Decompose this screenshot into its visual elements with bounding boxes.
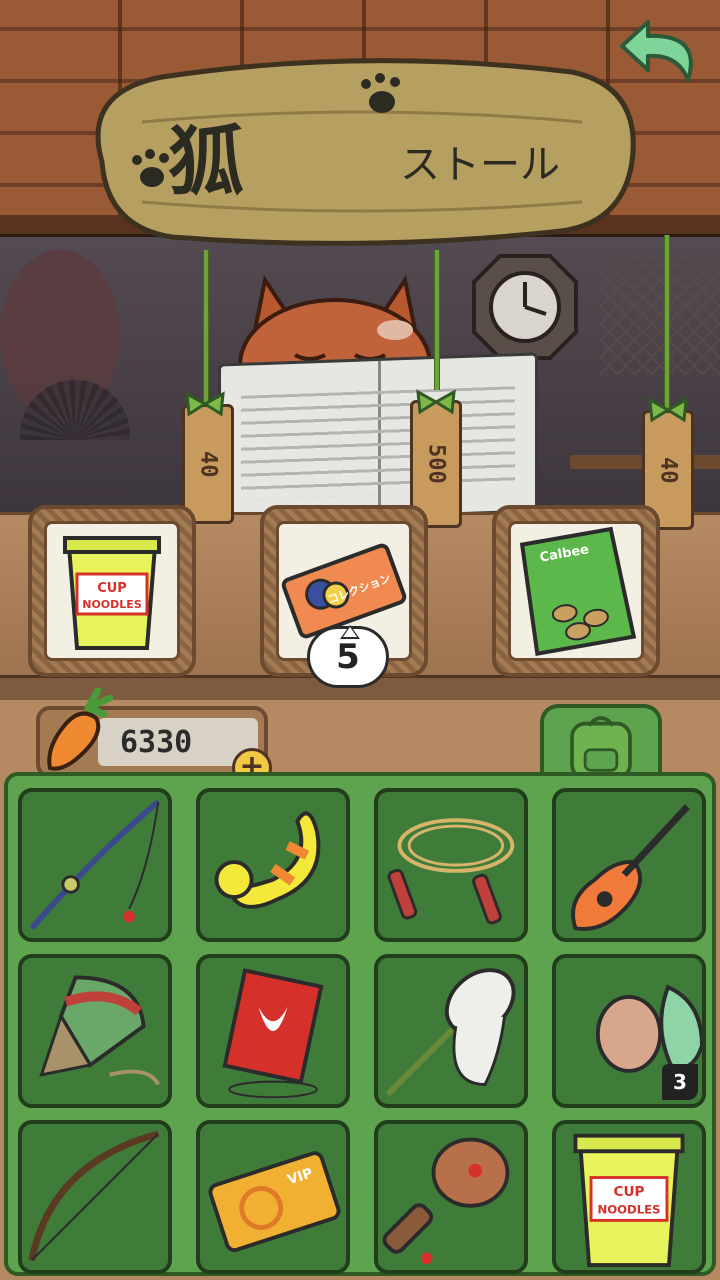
jump-rope-icon	[387, 818, 515, 925]
fishing-rod-icon	[29, 799, 161, 931]
tag-string	[434, 250, 440, 390]
item-count-badge: 3	[662, 1064, 698, 1100]
carrot-count: 6330	[120, 724, 193, 760]
cup-noodles-icon: CUP NOODLES	[63, 536, 161, 650]
price-tag-label: 40	[655, 456, 681, 484]
svg-text:CUP: CUP	[97, 581, 127, 596]
inventory-slot-butterfly-net[interactable]	[374, 954, 528, 1108]
stock-count-bubble: 5	[307, 625, 389, 688]
back-arrow-icon[interactable]	[618, 14, 706, 86]
price-tag-label: 500	[423, 444, 449, 484]
kite-icon	[222, 968, 324, 1099]
svg-text:CUP: CUP	[613, 1184, 644, 1200]
paddle-icon	[382, 1137, 510, 1265]
guitar-icon	[571, 804, 690, 931]
svg-text:NOODLES: NOODLES	[82, 598, 142, 611]
tag-string	[203, 250, 209, 410]
price-tag-item-1: 40	[182, 404, 234, 524]
inventory-slot-spinning-top[interactable]	[18, 954, 172, 1108]
snack-bag-icon: Calbee	[519, 526, 637, 657]
shop-item-slot-3[interactable]: Calbee	[492, 505, 660, 677]
inventory-slot-jump-rope[interactable]	[374, 788, 528, 942]
vip-ticket-icon: VIP	[208, 1151, 341, 1252]
duck-float-icon	[214, 811, 321, 909]
inventory-slot-fishing-rod[interactable]	[18, 788, 172, 942]
inventory-slot-kite[interactable]	[196, 954, 350, 1108]
clock-icon	[472, 254, 578, 360]
inventory-slot-vip-ticket[interactable]: VIP	[196, 1120, 350, 1274]
bow-icon	[648, 397, 688, 423]
carrot-icon	[47, 688, 114, 771]
bow-icon	[416, 389, 456, 415]
tag-string	[664, 235, 670, 410]
inventory-slot-duck-float[interactable]	[196, 788, 350, 942]
svg-text:NOODLES: NOODLES	[597, 1203, 660, 1217]
price-tag-label: 40	[195, 450, 221, 478]
inventory-slot-guitar[interactable]	[552, 788, 706, 942]
shop-scene: 40 500 40 狐 ストール CUP NOODLES コレクション Calb…	[0, 0, 720, 700]
bow-weapon-icon	[28, 1130, 160, 1261]
shop-item-slot-1[interactable]: CUP NOODLES	[28, 505, 196, 677]
lattice-window	[600, 255, 720, 375]
bow-icon	[185, 391, 225, 417]
sign-title: 狐	[168, 117, 246, 206]
spinning-top-icon	[39, 975, 161, 1086]
inventory-slot-bow[interactable]	[18, 1120, 172, 1274]
inventory-grid: 3 VIP CUP NOODLES	[4, 772, 716, 1276]
butterfly-net-icon	[385, 968, 516, 1097]
newspaper	[218, 352, 538, 524]
inventory-slot-cup-noodles[interactable]: CUP NOODLES	[552, 1120, 706, 1274]
inventory-slot-paddle[interactable]	[374, 1120, 528, 1274]
inventory-slot-eggs[interactable]: 3	[552, 954, 706, 1108]
sign-subtitle: ストール	[400, 142, 560, 188]
cup-noodles-icon: CUP NOODLES	[573, 1133, 685, 1268]
